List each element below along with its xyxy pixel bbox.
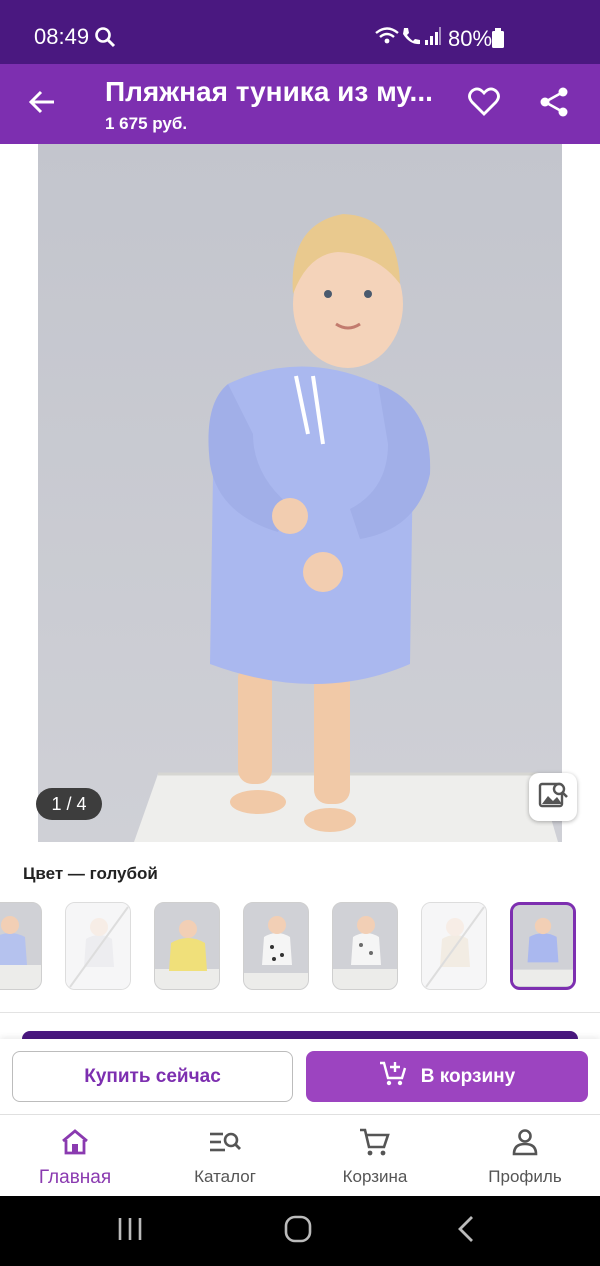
search-icon: [94, 26, 116, 53]
image-search-icon: [538, 780, 568, 815]
color-thumbnails: [0, 902, 600, 992]
color-label: Цвет — голубой: [23, 864, 158, 883]
add-to-cart-label: В корзину: [420, 1065, 516, 1087]
product-image[interactable]: [38, 144, 562, 842]
home-system-button[interactable]: [278, 1214, 318, 1248]
image-search-button[interactable]: [529, 773, 577, 821]
nav-home-label: Главная: [38, 1167, 112, 1188]
recent-apps-button[interactable]: [110, 1214, 150, 1248]
share-button[interactable]: [532, 82, 576, 126]
back-button[interactable]: [20, 82, 64, 126]
color-thumbnail-unavailable[interactable]: [421, 902, 487, 990]
status-bar: 08:49 80%: [0, 0, 600, 64]
nav-cart[interactable]: Корзина: [300, 1115, 450, 1197]
heart-icon: [468, 87, 500, 122]
color-thumbnail[interactable]: [332, 902, 398, 990]
recent-apps-icon: [116, 1216, 144, 1247]
battery-icon: [492, 28, 504, 53]
bottom-navigation: Главная Каталог Корзина Профиль: [0, 1114, 600, 1196]
system-navigation-bar: [0, 1196, 600, 1266]
cart-icon: [359, 1127, 391, 1157]
nav-profile-label: Профиль: [488, 1167, 562, 1186]
wifi-icon: [374, 26, 400, 51]
nav-catalog[interactable]: Каталог: [150, 1115, 300, 1197]
profile-icon: [511, 1127, 539, 1157]
purchase-actions: Купить сейчас В корзину: [0, 1039, 600, 1114]
add-to-cart-button[interactable]: В корзину: [306, 1051, 588, 1102]
color-thumbnail[interactable]: [0, 902, 42, 990]
buy-now-button[interactable]: Купить сейчас: [12, 1051, 293, 1102]
arrow-left-icon: [28, 88, 56, 121]
catalog-search-icon: [209, 1127, 241, 1157]
divider: [0, 1012, 600, 1013]
back-system-button[interactable]: [446, 1214, 486, 1248]
favorite-button[interactable]: [462, 82, 506, 126]
cart-add-icon: [379, 1060, 407, 1094]
battery-percent: 80%: [448, 26, 493, 51]
home-circle-icon: [283, 1214, 313, 1249]
chevron-left-icon: [456, 1215, 476, 1248]
nav-catalog-label: Каталог: [194, 1167, 256, 1186]
color-thumbnail[interactable]: [154, 902, 220, 990]
signal-icon: [424, 26, 442, 51]
color-thumbnail-selected[interactable]: [510, 902, 576, 990]
next-section-peek: [22, 1031, 578, 1039]
color-thumbnail-unavailable[interactable]: [65, 902, 131, 990]
home-icon: [60, 1127, 90, 1157]
nav-cart-label: Корзина: [342, 1167, 408, 1186]
product-price: 1 675 руб.: [105, 114, 188, 133]
image-counter: 1 / 4: [36, 788, 102, 820]
color-thumbnail[interactable]: [243, 902, 309, 990]
share-icon: [538, 86, 570, 123]
child-photo: [38, 144, 562, 842]
app-bar: Пляжная туника из му... 1 675 руб.: [0, 64, 600, 144]
nav-home[interactable]: Главная: [0, 1115, 150, 1197]
nav-profile[interactable]: Профиль: [450, 1115, 600, 1197]
product-title: Пляжная туника из му...: [105, 76, 433, 107]
status-time: 08:49: [34, 24, 90, 49]
call-icon: [400, 26, 422, 51]
